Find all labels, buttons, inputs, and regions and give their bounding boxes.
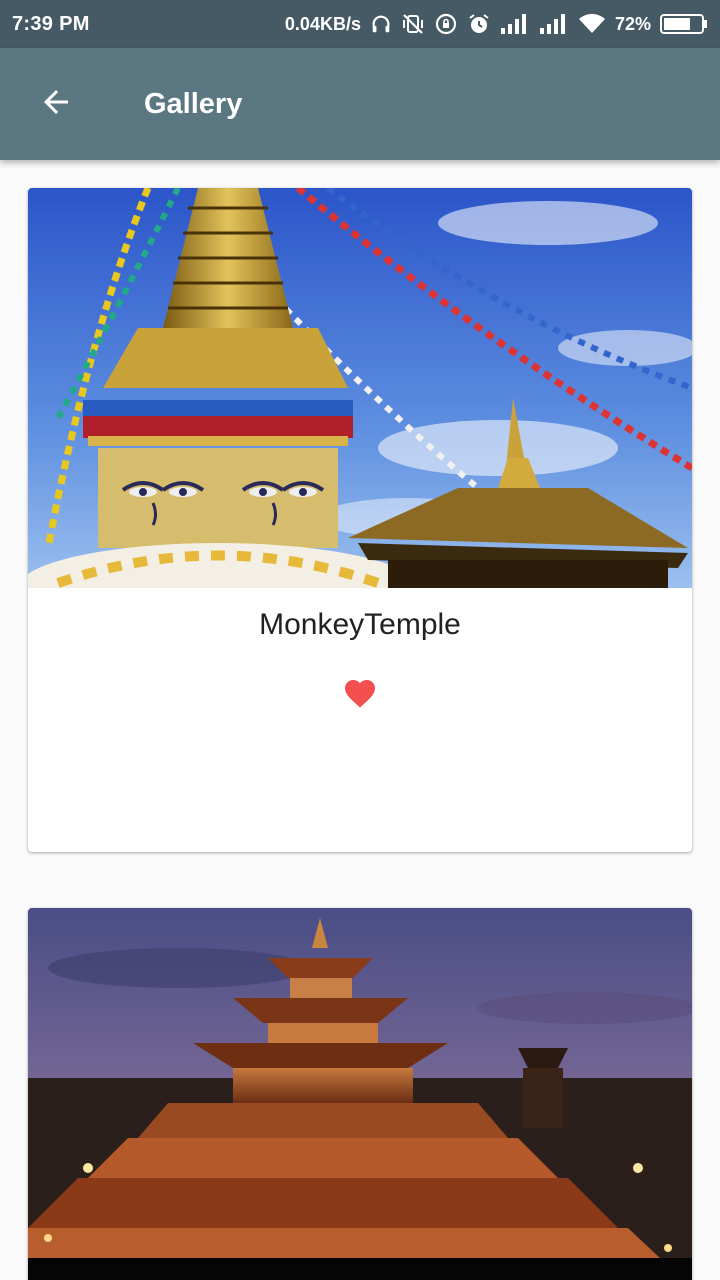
wifi-icon [578,13,606,35]
card-image[interactable] [28,188,692,588]
arrow-back-icon [38,84,74,125]
gallery-card[interactable]: MonkeyTemple [28,188,692,852]
heart-icon [342,675,378,714]
status-bar: 7:39 PM 0.04KB/s 72% [0,0,720,48]
like-button[interactable] [336,670,384,718]
battery-percent: 72% [614,13,651,34]
network-speed: 0.04KB/s [284,13,361,34]
status-icons: 0.04KB/s 72% [285,12,708,36]
card-image[interactable] [28,908,692,1280]
signal-icon [539,13,569,35]
alarm-icon [467,12,491,36]
status-time: 7:39 PM [12,12,90,35]
gallery-list[interactable]: MonkeyTemple [0,160,720,1280]
back-button[interactable] [28,76,84,132]
headset-icon [370,13,392,35]
battery-icon [660,13,708,35]
vibrate-off-icon [401,12,425,36]
card-title: MonkeyTemple [259,608,461,641]
app-bar: Gallery [0,48,720,160]
gallery-card[interactable] [28,908,692,1280]
image-bottom-band [28,1258,692,1280]
signal-icon [500,13,530,35]
page-title: Gallery [144,87,243,120]
rotation-lock-icon [434,12,458,36]
